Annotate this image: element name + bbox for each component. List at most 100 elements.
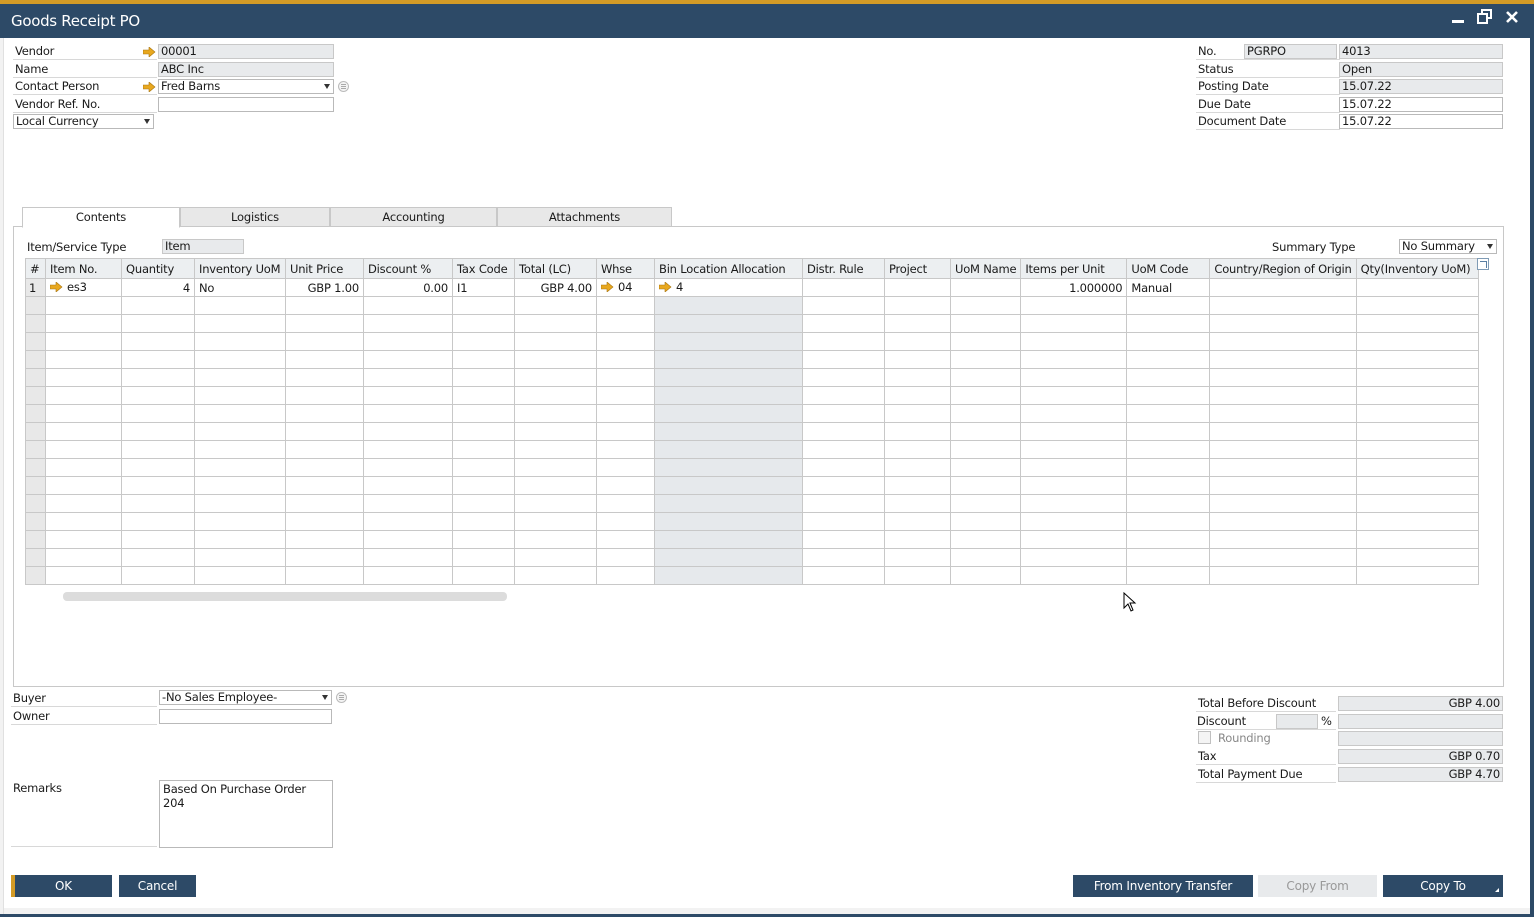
- table-cell[interactable]: [596, 350, 655, 369]
- table-cell[interactable]: [121, 476, 195, 495]
- table-cell[interactable]: [654, 440, 803, 459]
- table-cell[interactable]: [1126, 494, 1211, 513]
- table-cell[interactable]: [1355, 440, 1479, 459]
- table-cell[interactable]: [285, 350, 364, 369]
- table-cell[interactable]: [452, 530, 515, 549]
- from-inventory-transfer-button[interactable]: From Inventory Transfer: [1073, 875, 1253, 897]
- table-cell[interactable]: [121, 530, 195, 549]
- table-row-empty[interactable]: [25, 350, 1479, 369]
- table-cell[interactable]: [949, 386, 1022, 405]
- table-cell[interactable]: [802, 314, 885, 333]
- table-cell[interactable]: [596, 548, 655, 567]
- table-cell[interactable]: [596, 422, 655, 441]
- whse-link-arrow-icon[interactable]: [600, 281, 614, 295]
- table-cell[interactable]: [285, 440, 364, 459]
- table-cell[interactable]: [45, 476, 122, 495]
- table-cell[interactable]: [121, 296, 195, 315]
- country-origin-cell[interactable]: [1209, 278, 1357, 297]
- column-header[interactable]: Distr. Rule: [802, 258, 885, 279]
- tab-contents[interactable]: Contents: [22, 207, 180, 228]
- table-cell[interactable]: [285, 494, 364, 513]
- table-cell[interactable]: [121, 512, 195, 531]
- document-date-input[interactable]: 15.07.22: [1339, 114, 1503, 129]
- row-number[interactable]: [25, 350, 46, 369]
- table-cell[interactable]: [654, 566, 803, 585]
- column-header[interactable]: Item No.: [45, 258, 122, 279]
- project-cell[interactable]: [884, 278, 951, 297]
- table-cell[interactable]: [121, 386, 195, 405]
- close-icon[interactable]: [1502, 9, 1522, 28]
- table-row-empty[interactable]: [25, 422, 1479, 441]
- table-cell[interactable]: [45, 386, 122, 405]
- table-cell[interactable]: [1355, 422, 1479, 441]
- table-row-empty[interactable]: [25, 530, 1479, 549]
- column-header[interactable]: Items per Unit: [1020, 258, 1128, 279]
- table-cell[interactable]: [949, 566, 1022, 585]
- table-cell[interactable]: [884, 422, 951, 441]
- table-cell[interactable]: [194, 530, 286, 549]
- table-cell[interactable]: [884, 404, 951, 423]
- row-number[interactable]: [25, 458, 46, 477]
- table-cell[interactable]: [514, 566, 597, 585]
- vendor-ref-input[interactable]: [158, 97, 334, 112]
- table-cell[interactable]: [884, 512, 951, 531]
- tab-accounting[interactable]: Accounting: [330, 207, 497, 227]
- table-cell[interactable]: [949, 350, 1022, 369]
- table-cell[interactable]: [45, 314, 122, 333]
- table-cell[interactable]: [1020, 422, 1128, 441]
- table-cell[interactable]: [363, 548, 453, 567]
- table-cell[interactable]: [514, 332, 597, 351]
- table-cell[interactable]: [802, 530, 885, 549]
- table-cell[interactable]: [452, 440, 515, 459]
- table-cell[interactable]: [884, 494, 951, 513]
- table-cell[interactable]: [285, 476, 364, 495]
- table-cell[interactable]: [1209, 548, 1357, 567]
- table-cell[interactable]: [1020, 386, 1128, 405]
- table-cell[interactable]: [452, 314, 515, 333]
- table-cell[interactable]: [285, 548, 364, 567]
- row-number[interactable]: [25, 422, 46, 441]
- table-row-empty[interactable]: [25, 440, 1479, 459]
- row-number[interactable]: [25, 548, 46, 567]
- table-cell[interactable]: [1126, 512, 1211, 531]
- table-cell[interactable]: [285, 332, 364, 351]
- table-cell[interactable]: [363, 494, 453, 513]
- table-row-empty[interactable]: [25, 548, 1479, 567]
- column-header[interactable]: UoM Code: [1126, 258, 1211, 279]
- tax-code-cell[interactable]: I1: [452, 278, 515, 297]
- table-row-empty[interactable]: [25, 368, 1479, 387]
- table-cell[interactable]: [1126, 422, 1211, 441]
- table-cell[interactable]: [1355, 476, 1479, 495]
- table-cell[interactable]: [949, 368, 1022, 387]
- table-cell[interactable]: [1355, 512, 1479, 531]
- quantity-cell[interactable]: 4: [121, 278, 195, 297]
- table-cell[interactable]: [884, 314, 951, 333]
- table-cell[interactable]: [45, 440, 122, 459]
- table-cell[interactable]: [285, 386, 364, 405]
- table-cell[interactable]: [1020, 368, 1128, 387]
- table-cell[interactable]: [1355, 296, 1479, 315]
- table-cell[interactable]: [1209, 332, 1357, 351]
- table-cell[interactable]: [1020, 512, 1128, 531]
- column-header[interactable]: Bin Location Allocation: [654, 258, 803, 279]
- table-cell[interactable]: [1020, 566, 1128, 585]
- minimize-icon[interactable]: [1448, 8, 1468, 28]
- table-cell[interactable]: [1020, 314, 1128, 333]
- posting-date-field[interactable]: 15.07.22: [1339, 79, 1503, 94]
- list-details-icon[interactable]: [338, 81, 349, 92]
- table-cell[interactable]: [596, 368, 655, 387]
- table-cell[interactable]: [1020, 404, 1128, 423]
- table-cell[interactable]: [45, 404, 122, 423]
- table-cell[interactable]: [1020, 476, 1128, 495]
- table-cell[interactable]: [452, 476, 515, 495]
- table-cell[interactable]: [884, 530, 951, 549]
- table-cell[interactable]: [654, 404, 803, 423]
- table-cell[interactable]: [363, 512, 453, 531]
- table-cell[interactable]: [1020, 548, 1128, 567]
- column-header[interactable]: Quantity: [121, 258, 195, 279]
- table-cell[interactable]: [194, 386, 286, 405]
- whse-cell[interactable]: 04: [596, 278, 655, 297]
- row-number[interactable]: [25, 332, 46, 351]
- table-cell[interactable]: [1209, 476, 1357, 495]
- table-row-empty[interactable]: [25, 476, 1479, 495]
